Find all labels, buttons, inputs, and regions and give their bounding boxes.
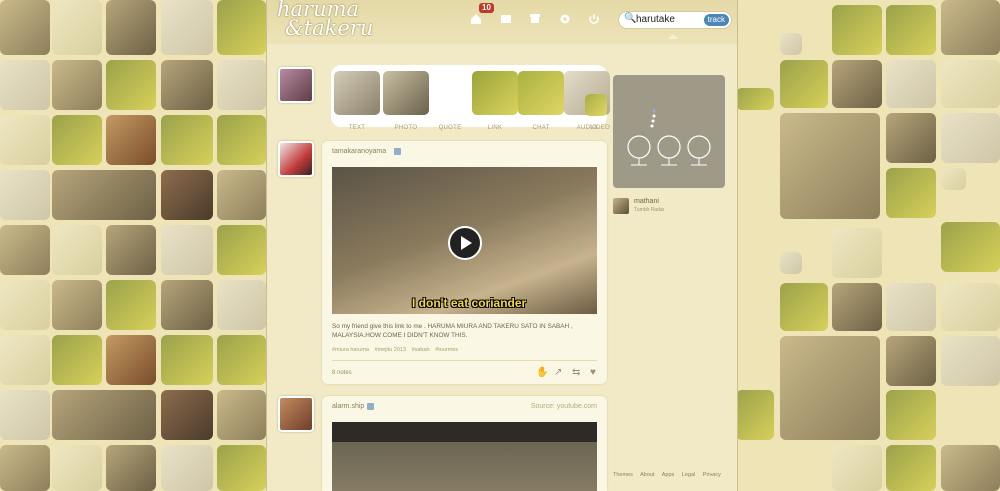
- tag-link[interactable]: #sabah: [412, 347, 430, 353]
- radar-widget[interactable]: [613, 75, 725, 188]
- post-author-avatar[interactable]: [278, 396, 314, 432]
- home-icon[interactable]: [469, 12, 483, 26]
- footer-link-themes[interactable]: Themes: [613, 472, 633, 478]
- gear-icon[interactable]: [558, 12, 572, 26]
- notes-count[interactable]: 8 notes: [332, 370, 352, 376]
- power-icon[interactable]: [587, 12, 601, 26]
- post-source-link[interactable]: Source: youtube.com: [531, 403, 597, 410]
- post-type-bar: TEXT PHOTO QUOTE LINK CHAT AUDIO VIDEO: [331, 65, 610, 131]
- post-author-name[interactable]: tamakaranoyama: [332, 148, 386, 155]
- recommended-avatar[interactable]: [613, 198, 629, 214]
- footer-link-about[interactable]: About: [640, 472, 654, 478]
- track-button[interactable]: track: [703, 14, 729, 26]
- header: haruma &takeru 10 🔍 harutake track: [267, 0, 737, 44]
- search-box[interactable]: 🔍 harutake track: [618, 11, 732, 29]
- post-photo-button[interactable]: PHOTO: [383, 71, 429, 131]
- post-text-button[interactable]: TEXT: [334, 71, 380, 131]
- post-card: alarm.ship Source: youtube.com: [322, 396, 607, 491]
- footer-link-legal[interactable]: Legal: [682, 472, 695, 478]
- search-icon: 🔍: [624, 13, 637, 24]
- reblog-icon[interactable]: ⇆: [572, 367, 580, 378]
- footer-link-apps[interactable]: Apps: [662, 472, 675, 478]
- post-video-button[interactable]: VIDEO: [569, 94, 610, 131]
- logo-line-2: &takeru: [285, 16, 374, 40]
- tag-link[interactable]: #miura haruma: [332, 347, 369, 353]
- video-subtitle: I don't eat coriander: [412, 296, 527, 310]
- post-author-name[interactable]: alarm.ship: [332, 403, 364, 410]
- post-author-avatar[interactable]: [278, 141, 314, 177]
- share-icon[interactable]: ↗: [554, 367, 562, 378]
- tag-link[interactable]: #mejitu 2013: [375, 347, 407, 353]
- recommended-subtitle: Tumblr Radar: [634, 207, 665, 213]
- background-mosaic-left: [0, 0, 266, 491]
- post-divider: [332, 360, 597, 361]
- blog-logo[interactable]: haruma &takeru: [277, 0, 387, 44]
- play-button[interactable]: [448, 226, 482, 260]
- inbox-icon[interactable]: [499, 12, 513, 26]
- notification-badge: 10: [479, 3, 494, 13]
- video-player[interactable]: I don't eat coriander: [332, 167, 597, 314]
- dashboard-column: haruma &takeru 10 🔍 harutake track TEXT …: [266, 0, 738, 491]
- like-icon[interactable]: ♥: [590, 367, 596, 378]
- post-quote-button[interactable]: QUOTE: [427, 71, 473, 131]
- footer-link-privacy[interactable]: Privacy: [703, 472, 721, 478]
- recommended-name[interactable]: mathani: [634, 198, 659, 205]
- post-chat-button[interactable]: CHAT: [518, 71, 564, 131]
- user-avatar[interactable]: [278, 67, 314, 103]
- search-input[interactable]: harutake: [636, 14, 675, 25]
- hand-icon[interactable]: ✋: [536, 367, 548, 378]
- follow-icon[interactable]: [367, 403, 374, 410]
- post-card: tamakaranoyama I don't eat coriander So …: [322, 141, 607, 384]
- footer-links: Themes About Apps Legal Privacy: [613, 472, 727, 478]
- post-tags: #miura haruma #mejitu 2013 #sabah #tourm…: [332, 347, 462, 353]
- box-icon[interactable]: [528, 12, 542, 26]
- post-caption: So my friend give this link to me . HARU…: [332, 323, 573, 339]
- tag-link[interactable]: #tourmes: [435, 347, 458, 353]
- pointer-caret: [668, 34, 678, 39]
- background-mosaic-right: [736, 0, 1000, 491]
- recommended-blog[interactable]: mathani Tumblr Radar: [613, 196, 725, 218]
- video-player[interactable]: [332, 422, 597, 491]
- post-link-button[interactable]: LINK: [472, 71, 518, 131]
- follow-icon[interactable]: [394, 148, 401, 155]
